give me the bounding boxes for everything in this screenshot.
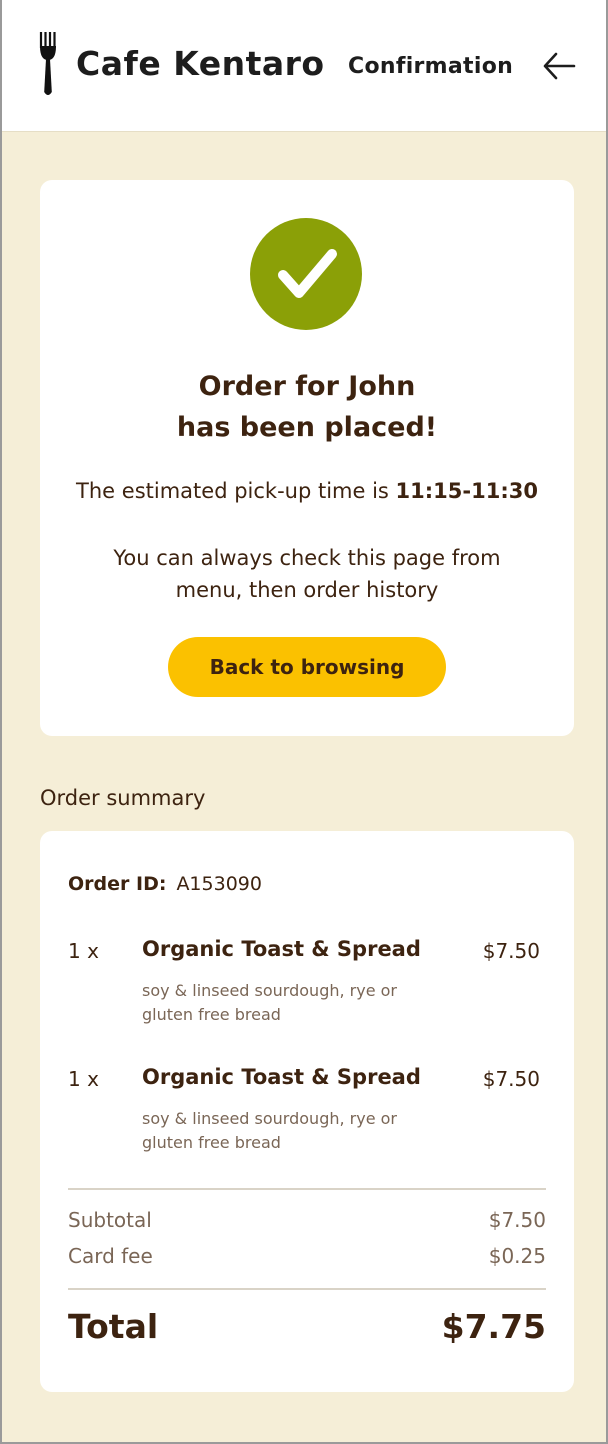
order-id-value: A153090 [176,873,262,895]
order-history-note: You can always check this page from menu… [80,542,534,606]
app-header: Cafe Kentaro Confirmation [2,0,606,132]
fork-icon [39,32,56,95]
page-title: Confirmation [348,54,514,79]
subtotal-value: $7.50 [488,1208,546,1232]
check-circle-icon [250,218,362,330]
pickup-time: 11:15-11:30 [395,479,538,503]
item-name: Organic Toast & Spread [142,937,421,961]
item-description-line2: gluten free bread [142,1133,281,1152]
order-id-label: Order ID: [68,873,167,895]
order-item: 1 x Organic Toast & Spread $7.50 soy & l… [68,1059,546,1159]
item-description-line1: soy & linseed sourdough, rye or [142,981,397,1000]
item-description-line1: soy & linseed sourdough, rye or [142,1109,397,1128]
item-price: $7.50 [482,1067,540,1091]
order-placed-line1: Order for John [198,371,416,402]
item-quantity: 1 x [68,939,99,963]
order-placed-heading: Order for John has been placed! [40,366,574,448]
subtotal-row: Subtotal $7.50 [68,1208,546,1232]
total-row: Total $7.75 [68,1307,546,1346]
item-description: soy & linseed sourdough, rye or gluten f… [142,1107,432,1155]
item-description-line2: gluten free bread [142,1005,281,1024]
item-description: soy & linseed sourdough, rye or gluten f… [142,979,432,1027]
subtotal-label: Subtotal [68,1208,152,1232]
note-line1: You can always check this page from [113,546,501,570]
card-fee-row: Card fee $0.25 [68,1244,546,1268]
order-id: Order ID: A153090 [68,873,262,895]
item-name: Organic Toast & Spread [142,1065,421,1089]
total-value: $7.75 [441,1307,546,1346]
arrow-left-icon[interactable] [540,48,578,84]
back-to-browsing-button[interactable]: Back to browsing [168,637,446,697]
item-price: $7.50 [482,939,540,963]
note-line2: menu, then order history [175,578,439,602]
app-frame: Cafe Kentaro Confirmation Order for John… [0,0,608,1444]
order-item: 1 x Organic Toast & Spread $7.50 soy & l… [68,931,546,1031]
order-placed-line2: has been placed! [176,412,438,443]
pickup-prefix: The estimated pick-up time is [76,479,396,503]
item-quantity: 1 x [68,1067,99,1091]
brand-name: Cafe Kentaro [76,44,325,83]
confirmation-card: Order for John has been placed! The esti… [40,180,574,736]
total-label: Total [68,1307,159,1346]
summary-divider [68,1188,546,1190]
order-summary-card: Order ID: A153090 1 x Organic Toast & Spr… [40,831,574,1392]
card-fee-value: $0.25 [488,1244,546,1268]
card-fee-label: Card fee [68,1244,153,1268]
pickup-time-text: The estimated pick-up time is 11:15-11:3… [40,478,574,504]
order-summary-heading: Order summary [40,786,206,810]
total-divider [68,1288,546,1290]
